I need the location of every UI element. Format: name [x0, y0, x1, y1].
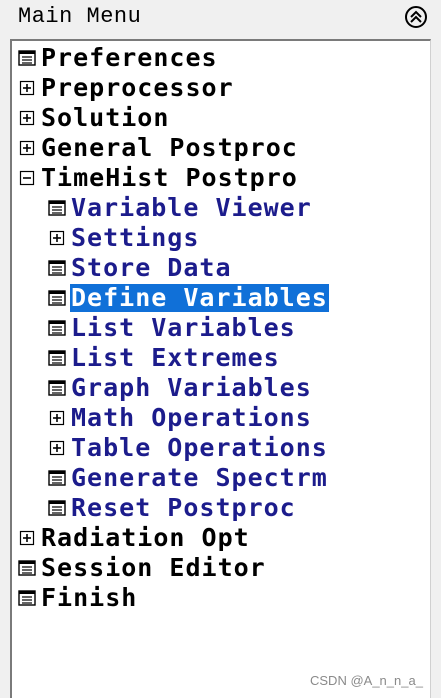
expand-plus-icon[interactable] [48, 409, 66, 427]
expand-plus-icon[interactable] [48, 439, 66, 457]
menu-title: Main Menu [18, 4, 142, 29]
tree-item-general-postproc[interactable]: General Postproc [18, 133, 299, 163]
tree-item-label: Finish [41, 583, 138, 612]
tree-item-label: Reset Postproc [71, 493, 296, 522]
dialog-icon [48, 319, 66, 337]
tree-item-label: TimeHist Postpro [41, 163, 298, 192]
tree-item-label: Graph Variables [71, 373, 312, 402]
tree-item-label: List Variables [71, 313, 296, 342]
tree-item-label: Table Operations [71, 433, 328, 462]
dialog-icon [18, 559, 36, 577]
tree-item-reset-postproc[interactable]: Reset Postproc [48, 493, 297, 523]
tree-item-list-variables[interactable]: List Variables [48, 313, 297, 343]
tree-item-label: Preferences [41, 43, 218, 72]
dialog-icon [18, 49, 36, 67]
tree-item-label: Preprocessor [41, 73, 234, 102]
tree-item-graph-variables[interactable]: Graph Variables [48, 373, 313, 403]
tree-item-label: Session Editor [41, 553, 266, 582]
dialog-icon [48, 199, 66, 217]
dialog-icon [18, 589, 36, 607]
tree-item-radiation-opt[interactable]: Radiation Opt [18, 523, 251, 553]
dialog-icon [48, 469, 66, 487]
dialog-icon [48, 499, 66, 517]
menu-titlebar: Main Menu [0, 0, 441, 34]
tree-item-label: Settings [71, 223, 200, 252]
tree-item-label: Store Data [71, 253, 232, 282]
tree-item-variable-viewer[interactable]: Variable Viewer [48, 193, 313, 223]
double-chevron-up-icon [409, 10, 423, 24]
expand-plus-icon[interactable] [18, 529, 36, 547]
tree-item-timehist-postpro[interactable]: TimeHist Postpro [18, 163, 299, 193]
tree-item-list-extremes[interactable]: List Extremes [48, 343, 281, 373]
tree-item-store-data[interactable]: Store Data [48, 253, 233, 283]
expand-plus-icon[interactable] [18, 109, 36, 127]
tree-item-label: List Extremes [71, 343, 280, 372]
tree-item-label: Variable Viewer [71, 193, 312, 222]
tree-item-label: Define Variables [70, 283, 329, 312]
tree-item-label: Math Operations [71, 403, 312, 432]
tree-item-label: Radiation Opt [41, 523, 250, 552]
tree-item-generate-spectrm[interactable]: Generate Spectrm [48, 463, 329, 493]
expand-plus-icon[interactable] [18, 139, 36, 157]
tree-item-label: Solution [41, 103, 170, 132]
tree-item-preferences[interactable]: Preferences [18, 43, 219, 73]
tree-item-solution[interactable]: Solution [18, 103, 170, 133]
tree-item-session-editor[interactable]: Session Editor [18, 553, 267, 583]
collapse-menu-button[interactable] [405, 6, 427, 28]
menu-tree-panel: Preferences Preprocessor Solution General P… [10, 39, 431, 698]
tree-item-define-variables[interactable]: Define Variables [48, 283, 329, 313]
watermark: CSDN @A_n_n_a_ [310, 673, 423, 688]
tree-item-label: Generate Spectrm [71, 463, 328, 492]
tree-item-finish[interactable]: Finish [18, 583, 138, 613]
collapse-minus-icon[interactable] [18, 169, 36, 187]
tree-item-math-operations[interactable]: Math Operations [48, 403, 313, 433]
dialog-icon [48, 289, 66, 307]
tree-item-label: General Postproc [41, 133, 298, 162]
expand-plus-icon[interactable] [18, 79, 36, 97]
tree-item-preprocessor[interactable]: Preprocessor [18, 73, 235, 103]
dialog-icon [48, 349, 66, 367]
dialog-icon [48, 379, 66, 397]
expand-plus-icon[interactable] [48, 229, 66, 247]
tree-item-settings[interactable]: Settings [48, 223, 200, 253]
tree-item-table-operations[interactable]: Table Operations [48, 433, 329, 463]
dialog-icon [48, 259, 66, 277]
